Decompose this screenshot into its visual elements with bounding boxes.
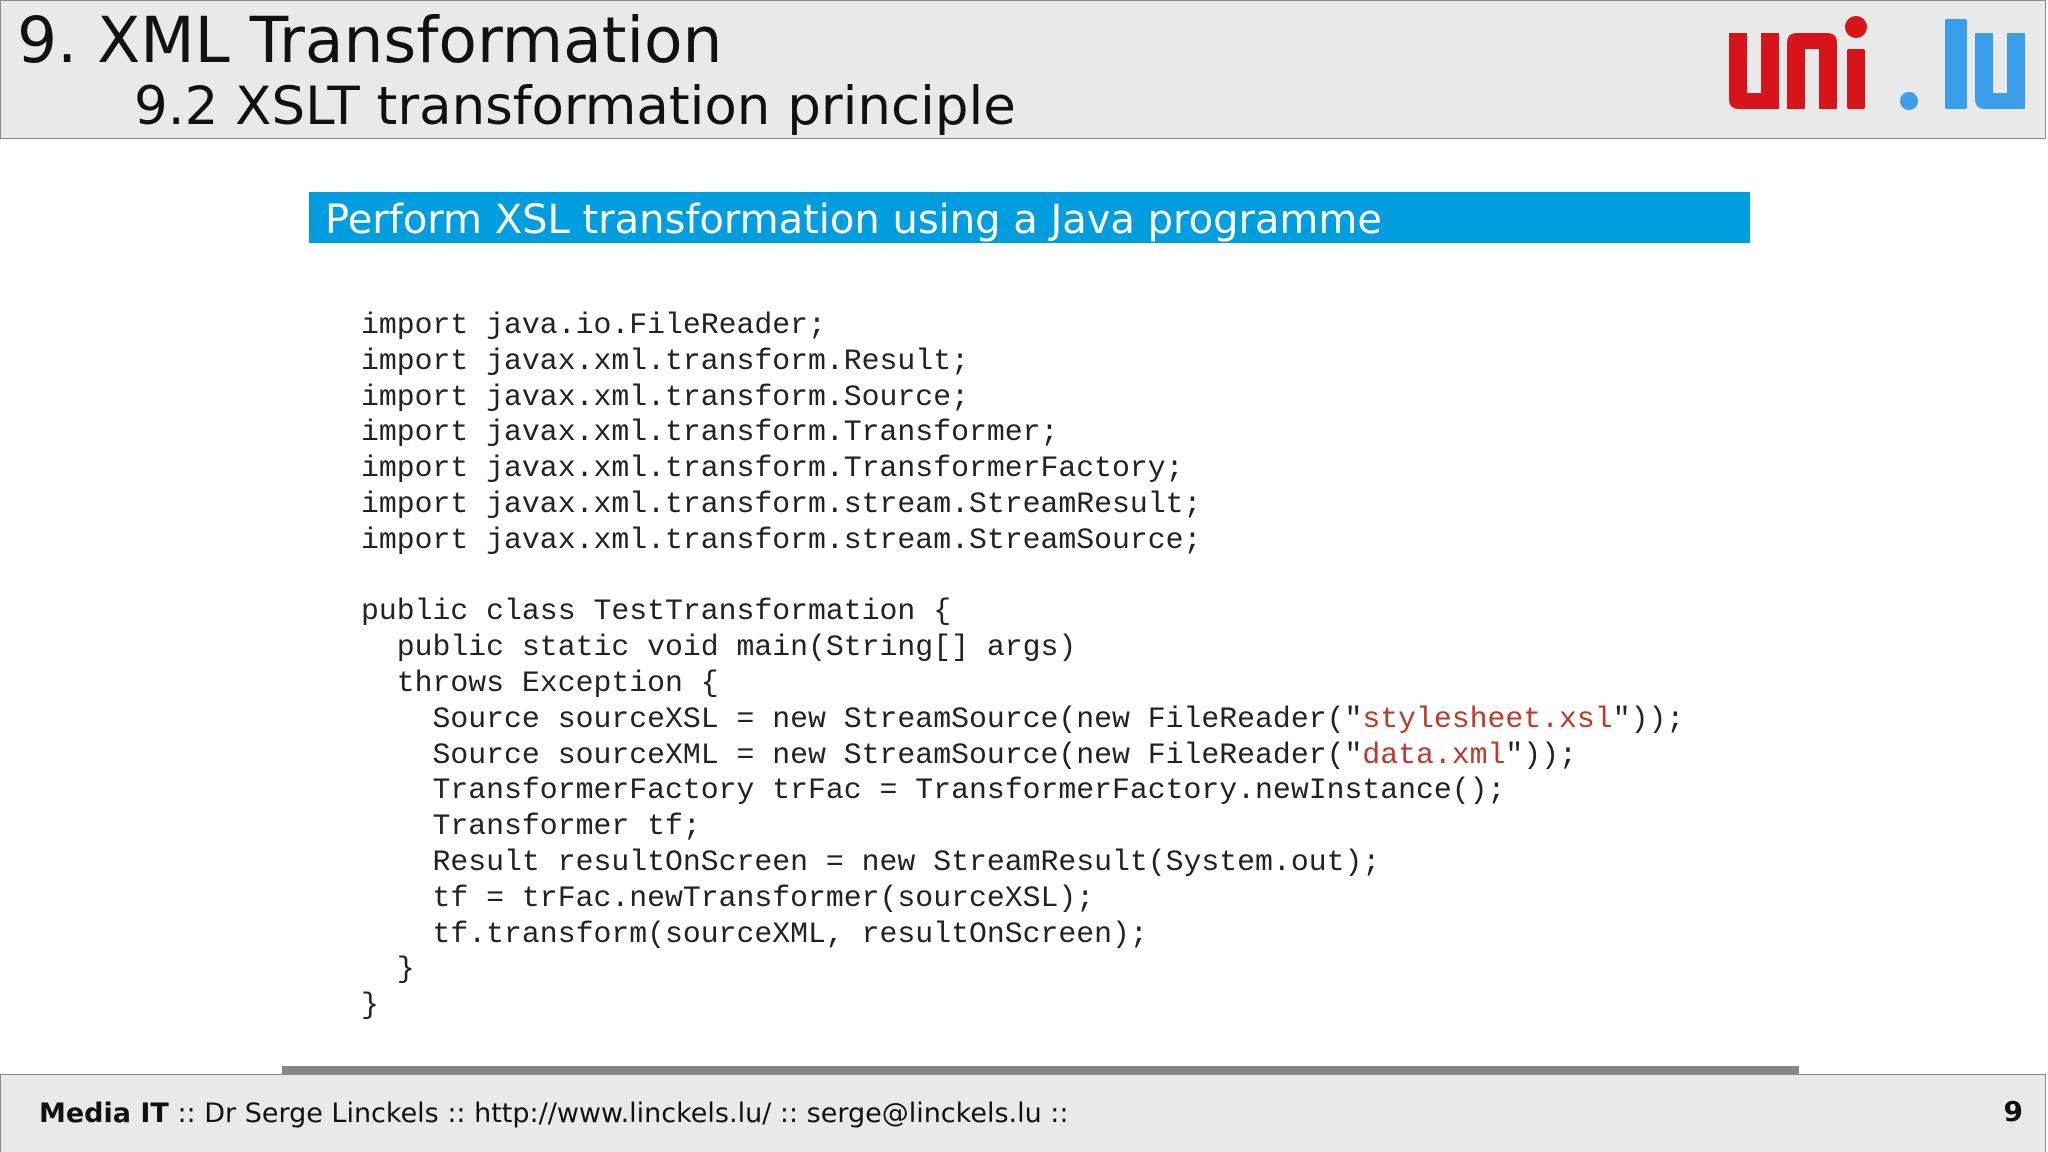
footer-text: Media IT :: Dr Serge Linckels :: http://…	[39, 1097, 1068, 1131]
code-segment: Source sourceXSL = new StreamSource(new …	[361, 701, 1363, 736]
code-line: TransformerFactory trFac = TransformerFa…	[361, 773, 1506, 808]
code-line: import javax.xml.transform.stream.Stream…	[361, 522, 1202, 557]
code-line: Source sourceXML = new StreamSource(new …	[361, 738, 1577, 772]
logo-letter-i	[1847, 49, 1865, 109]
logo-letter-u2	[1975, 33, 2025, 109]
code-line: throws Exception {	[361, 665, 719, 700]
code-line: tf = trFac.newTransformer(sourceXSL);	[361, 880, 1095, 915]
footer-divider	[282, 1066, 1799, 1074]
code-line: import javax.xml.transform.Source;	[361, 379, 969, 414]
code-line: Result resultOnScreen = new StreamResult…	[361, 844, 1381, 879]
slide-header: 9. XML Transformation 9.2 XSLT transform…	[0, 0, 2046, 139]
banner-text: Perform XSL transformation using a Java …	[325, 197, 1382, 243]
code-line: }	[361, 952, 415, 987]
code-line: }	[361, 988, 379, 1023]
code-line: import java.io.FileReader;	[361, 308, 826, 342]
code-line: public static void main(String[] args)	[361, 630, 1077, 665]
page-number: 9	[2003, 1095, 2023, 1128]
logo-letter-l	[1945, 19, 1967, 109]
code-segment: Source sourceXML = new StreamSource(new …	[361, 737, 1363, 772]
logo-i-dot	[1845, 16, 1867, 38]
uni-lu-logo	[1729, 16, 2025, 110]
code-segment: "));	[1505, 737, 1577, 772]
code-block: import java.io.FileReader; import javax.…	[361, 308, 1684, 1024]
logo-letter-n	[1787, 33, 1837, 109]
code-line: import javax.xml.transform.Result;	[361, 343, 969, 378]
code-line: Transformer tf;	[361, 809, 701, 844]
footer-credits: :: Dr Serge Linckels :: http://www.linck…	[168, 1098, 1069, 1129]
code-line: import javax.xml.transform.Transformer;	[361, 415, 1059, 450]
code-line: public class TestTransformation {	[361, 594, 952, 629]
code-line: Source sourceXSL = new StreamSource(new …	[361, 701, 1685, 736]
slide-subtitle: 9.2 XSLT transformation principle	[134, 76, 1016, 137]
slide-footer: Media IT :: Dr Serge Linckels :: http://…	[0, 1074, 2046, 1152]
code-string-literal: data.xml	[1362, 737, 1506, 772]
code-line: import javax.xml.transform.stream.Stream…	[361, 486, 1202, 521]
section-banner: Perform XSL transformation using a Java …	[309, 192, 1750, 243]
code-line: tf.transform(sourceXML, resultOnScreen);	[361, 916, 1148, 951]
slide-title: 9. XML Transformation	[17, 4, 723, 77]
logo-letter-u	[1729, 33, 1779, 109]
footer-brand: Media IT	[39, 1098, 169, 1129]
logo-dot	[1900, 92, 1918, 110]
code-segment: "));	[1612, 701, 1685, 736]
code-string-literal: stylesheet.xsl	[1362, 701, 1613, 736]
code-line: import javax.xml.transform.TransformerFa…	[361, 451, 1184, 486]
